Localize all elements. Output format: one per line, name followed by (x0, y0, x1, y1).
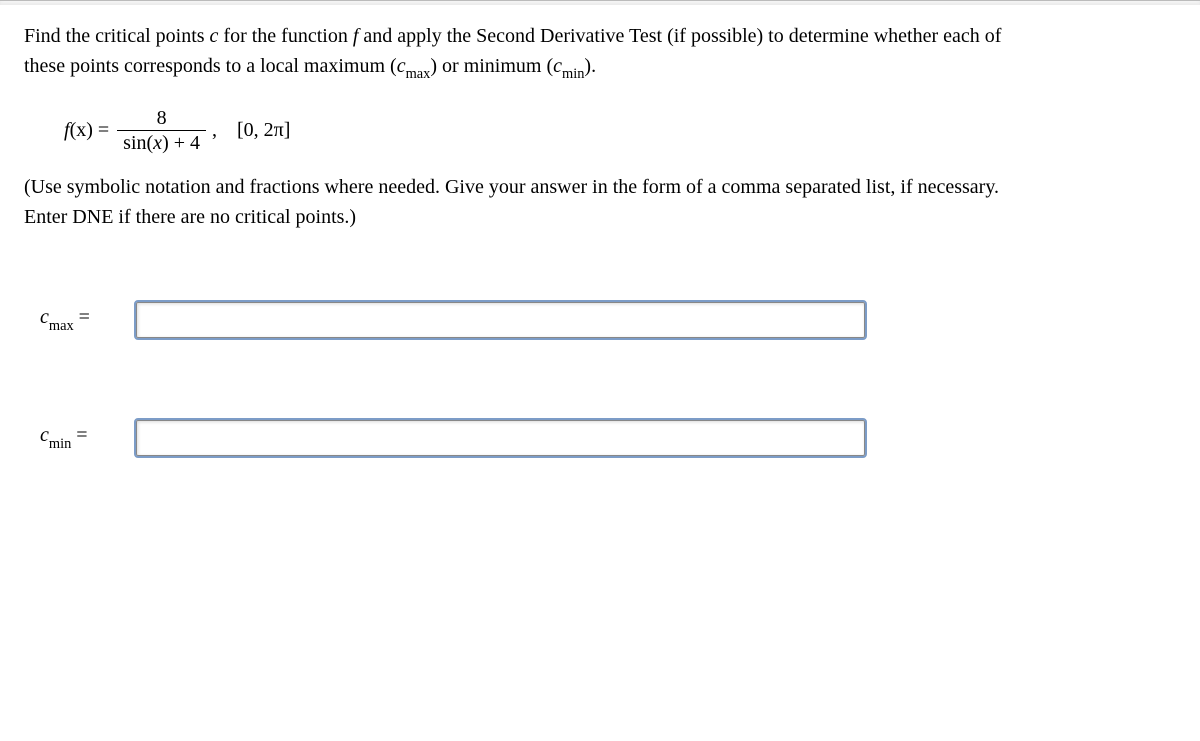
formula-fraction: 8 sin(x) + 4 (117, 107, 206, 154)
answers-block: cmax = cmin = (24, 302, 1180, 456)
cmin-input[interactable] (136, 420, 865, 456)
formula-row: f(x) = 8 sin(x) + 4 , [0, 2π] (64, 107, 1180, 154)
q-text-2: for the function (218, 25, 352, 47)
formula-comma: , (212, 119, 217, 142)
instr-line1: (Use symbolic notation and fractions whe… (24, 176, 999, 198)
formula-of-x: (x) (70, 119, 93, 141)
instructions: (Use symbolic notation and fractions whe… (24, 172, 1180, 232)
instr-line2: Enter DNE if there are no critical point… (24, 206, 356, 228)
question-text: Find the critical points c for the funct… (24, 21, 1180, 85)
cmin-sub: min (49, 436, 71, 452)
cmin-eq: = (71, 424, 87, 446)
q-text-6: ). (584, 55, 596, 77)
cmax-label: cmax = (24, 306, 120, 333)
top-divider (0, 0, 1200, 5)
formula-interval: [0, 2π] (237, 119, 290, 142)
formula: f(x) = 8 sin(x) + 4 , (64, 107, 217, 154)
q-cmax-sub: max (406, 66, 431, 82)
formula-numerator: 8 (151, 107, 173, 130)
q-cmin-c: c (553, 55, 562, 77)
cmax-c: c (40, 306, 49, 328)
cmin-input-wrap (136, 420, 865, 456)
q-text-4: these points corresponds to a local maxi… (24, 55, 397, 77)
q-cmin-sub: min (562, 66, 584, 82)
formula-lhs: f(x) = (64, 119, 109, 142)
q-cmax-c: c (397, 55, 406, 77)
cmin-c: c (40, 424, 49, 446)
q-text-1: Find the critical points (24, 25, 210, 47)
question-container: Find the critical points c for the funct… (24, 21, 1180, 456)
cmax-input-wrap (136, 302, 865, 338)
den-x: x (153, 132, 162, 154)
answer-row-cmax: cmax = (24, 302, 1180, 338)
formula-eq: = (93, 119, 109, 141)
cmax-input[interactable] (136, 302, 865, 338)
den-sin: sin( (123, 132, 153, 154)
answer-row-cmin: cmin = (24, 420, 1180, 456)
q-text-3: and apply the Second Derivative Test (if… (358, 25, 1001, 47)
q-text-5: ) or minimum ( (430, 55, 553, 77)
den-rest: ) + 4 (162, 132, 200, 154)
formula-denominator: sin(x) + 4 (117, 130, 206, 154)
cmax-eq: = (74, 306, 90, 328)
cmin-label: cmin = (24, 424, 120, 451)
cmax-sub: max (49, 318, 74, 334)
